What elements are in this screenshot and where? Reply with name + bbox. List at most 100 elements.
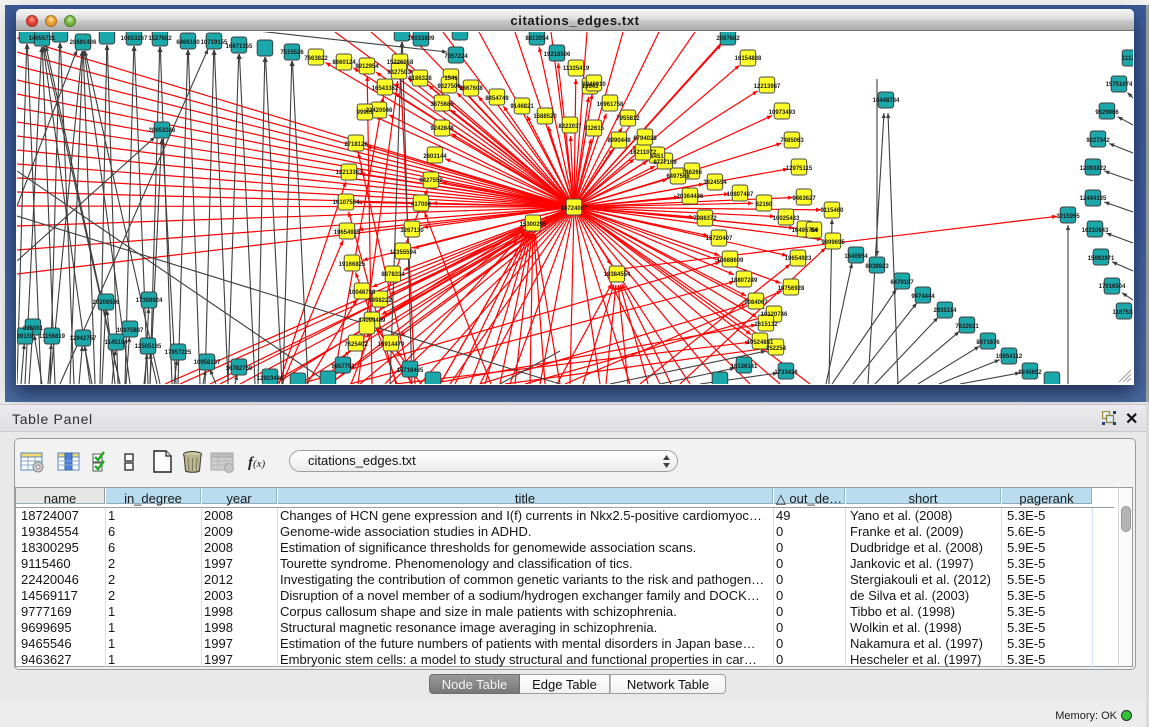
svg-text:10973493: 10973493 [769,110,796,116]
svg-text:17359924: 17359924 [136,298,163,304]
svg-text:15751074: 15751074 [1106,82,1133,88]
svg-text:10688609: 10688609 [717,258,744,264]
svg-text:9327506: 9327506 [437,84,461,90]
svg-text:9084067: 9084067 [744,300,768,306]
svg-text:11125: 11125 [1122,56,1133,62]
svg-text:10975887: 10975887 [117,328,144,334]
svg-text:18724007: 18724007 [561,206,588,212]
svg-text:7357224: 7357224 [444,54,468,60]
svg-text:16448784: 16448784 [873,98,900,104]
svg-text:9329966: 9329966 [1095,110,1119,116]
svg-text:8454749: 8454749 [485,96,509,102]
svg-text:19654923: 19654923 [785,256,812,262]
svg-text:3267130: 3267130 [400,228,424,234]
svg-text:2087682: 2087682 [716,36,740,42]
svg-text:10025433: 10025433 [773,216,800,222]
svg-text:11156819: 11156819 [39,334,66,340]
svg-text:8186328: 8186328 [408,76,432,82]
svg-text:9899695: 9899695 [821,240,845,246]
svg-text:15300295: 15300295 [520,222,547,228]
svg-text:6479197: 6479197 [890,280,914,286]
svg-text:6794028: 6794028 [633,136,657,142]
svg-text:16033809: 16033809 [408,36,435,42]
svg-text:16210643: 16210643 [1082,228,1109,234]
svg-text:7986372: 7986372 [693,216,717,222]
svg-text:12213987: 12213987 [754,84,781,90]
svg-text:17957225: 17957225 [165,350,192,356]
svg-text:2867608: 2867608 [459,86,483,92]
svg-text:12213363: 12213363 [336,170,363,176]
svg-text:7515526: 7515526 [280,50,304,56]
svg-text:20691406: 20691406 [70,40,97,46]
svg-text:1145194: 1145194 [104,340,128,346]
svg-text:1733426: 1733426 [774,370,798,376]
svg-text:9227342: 9227342 [1086,138,1110,144]
svg-text:16543362: 16543362 [372,86,399,92]
svg-text:19756928: 19756928 [778,286,805,292]
svg-text:12975115: 12975115 [786,166,813,172]
svg-text:19218506: 19218506 [544,52,571,58]
svg-text:8322037: 8322037 [558,124,582,130]
svg-text:11355594: 11355594 [390,250,417,256]
svg-text:2718126: 2718126 [344,142,368,148]
svg-text:14055721: 14055721 [29,36,56,42]
svg-text:20206536: 20206536 [93,300,120,306]
svg-text:252254: 252254 [766,346,787,352]
svg-text:2803144: 2803144 [423,154,447,160]
svg-text:99901: 99901 [357,110,374,116]
svg-text:12444135: 12444135 [1080,196,1107,202]
svg-text:8471676: 8471676 [976,340,1000,346]
svg-text:10120746: 10120746 [761,312,788,318]
svg-text:19384554: 19384554 [604,272,631,278]
svg-text:15716485: 15716485 [397,368,424,374]
svg-text:8813054: 8813054 [525,36,549,42]
svg-text:12505135: 12505135 [135,344,162,350]
svg-text:(x): (x) [253,458,266,470]
svg-text:15720407: 15720407 [706,236,733,242]
svg-text:84: 84 [811,228,818,234]
svg-text:7663822: 7663822 [304,56,328,62]
svg-text:20364436: 20364436 [677,194,704,200]
svg-text:7625402: 7625402 [344,342,368,348]
svg-text:9115460: 9115460 [820,208,844,214]
svg-text:10807487: 10807487 [727,192,754,198]
svg-text:10046798: 10046798 [349,290,376,296]
svg-text:18807249: 18807249 [731,278,758,284]
svg-text:9245652: 9245652 [1018,370,1042,376]
svg-text:17016504: 17016504 [1099,284,1126,290]
svg-text:16914479: 16914479 [378,342,405,348]
svg-text:8498222: 8498222 [368,298,392,304]
svg-text:7632621: 7632621 [955,324,979,330]
svg-text:15692971: 15692971 [1088,256,1115,262]
svg-text:417006: 417006 [411,202,432,208]
svg-text:9777169: 9777169 [653,160,677,166]
svg-text:9146821: 9146821 [510,104,534,110]
svg-text:1167533: 1167533 [1112,310,1133,316]
svg-text:3624554: 3624554 [703,180,727,186]
svg-text:10958137: 10958137 [194,360,221,366]
svg-text:8938923: 8938923 [865,264,889,270]
svg-text:1640954: 1640954 [844,254,868,260]
svg-text:9463627: 9463627 [792,196,816,202]
svg-text:1940910: 1940910 [582,82,606,88]
svg-text:16782759: 16782759 [226,366,253,372]
svg-text:16961758: 16961758 [597,102,624,108]
svg-text:912615: 912615 [584,126,605,132]
svg-text:1527602: 1527602 [148,36,172,42]
svg-text:9474444: 9474444 [911,294,935,300]
svg-text:10653267: 10653267 [121,36,148,42]
svg-text:8990448: 8990448 [607,138,631,144]
svg-text:3875685: 3875685 [430,102,454,108]
svg-text:16671355: 16671355 [226,44,253,50]
svg-text:16154838: 16154838 [735,56,762,62]
svg-text:11325419: 11325419 [563,66,590,72]
svg-text:8912954: 8912954 [355,64,379,70]
svg-text:8878334: 8878334 [381,272,405,278]
svg-text:16211072: 16211072 [630,150,657,156]
svg-text:19654925: 19654925 [334,230,361,236]
svg-text:20053346: 20053346 [149,128,176,134]
svg-text:1546: 1546 [444,76,458,82]
svg-text:12093822: 12093822 [1080,166,1107,172]
svg-text:14099489: 14099489 [359,318,386,324]
svg-text:62160: 62160 [756,202,773,208]
